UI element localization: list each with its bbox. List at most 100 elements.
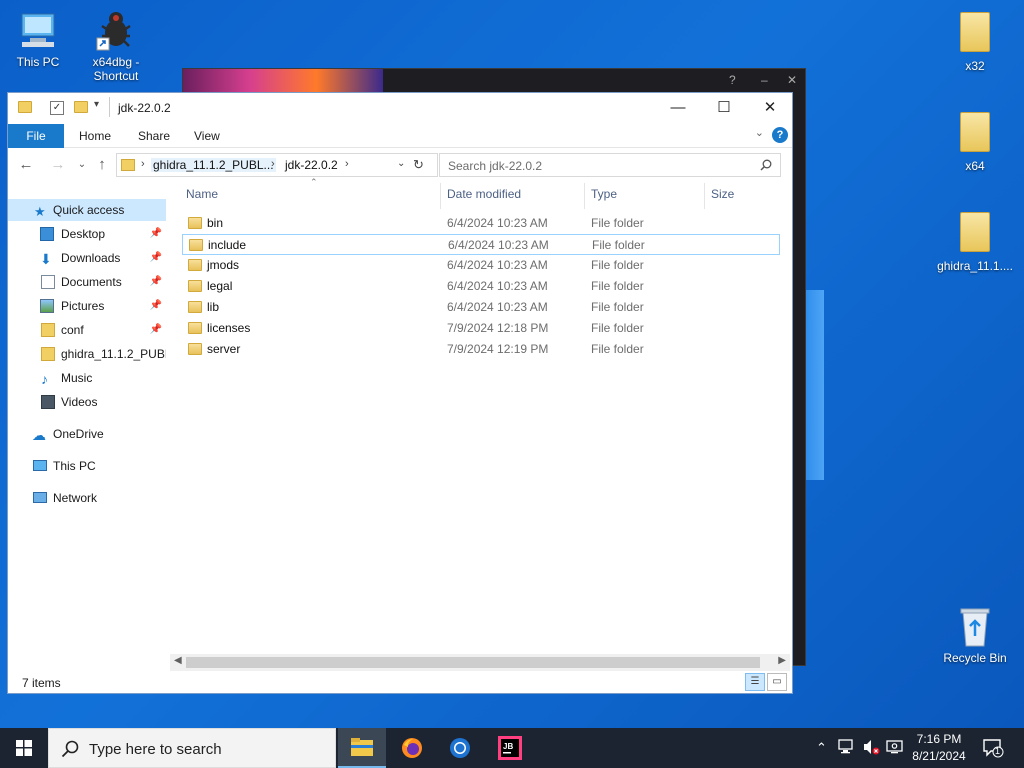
nav-item-pictures[interactable]: Pictures 📌 [8, 295, 166, 317]
breadcrumb-chevron-icon[interactable]: › [271, 158, 275, 170]
address-bar[interactable]: › ghidra_11.1.2_PUBL... › jdk-22.0.2 › ⌄… [116, 153, 438, 177]
tab-view[interactable]: View [180, 124, 234, 148]
nav-item-conf[interactable]: conf 📌 [8, 319, 166, 341]
file-date: 7/9/2024 12:18 PM [447, 321, 549, 335]
nav-item-music[interactable]: ♪ Music [8, 367, 166, 389]
taskbar-firefox[interactable] [388, 728, 436, 768]
scroll-right-icon[interactable]: ▶ [778, 655, 786, 666]
column-date-modified[interactable]: Date modified [447, 187, 521, 201]
minimize-button[interactable]: – [761, 73, 768, 87]
help-button[interactable]: ? [729, 73, 736, 87]
large-icons-view-icon[interactable]: ▭ [767, 673, 787, 691]
minimize-button[interactable]: — [655, 93, 701, 123]
desktop-icon-x64[interactable]: x64 [937, 110, 1013, 173]
nav-item-this-pc[interactable]: This PC [8, 455, 166, 477]
nav-item-downloads[interactable]: ⬇ Downloads 📌 [8, 247, 166, 269]
notification-icon [983, 739, 1004, 758]
file-name: bin [207, 216, 224, 230]
nav-item-network[interactable]: Network [8, 487, 166, 509]
pin-icon[interactable]: 📌 [150, 295, 162, 317]
file-explorer-window[interactable]: ✓ ▾ jdk-22.0.2 — ☐ ✕ File Home Share Vie… [7, 92, 793, 694]
nav-item-videos[interactable]: Videos [8, 391, 166, 413]
title-bar[interactable]: ✓ ▾ jdk-22.0.2 — ☐ ✕ [8, 93, 792, 123]
forward-arrow-icon[interactable]: → [48, 155, 68, 175]
maximize-button[interactable]: ☐ [701, 93, 747, 123]
column-name[interactable]: Name [186, 187, 218, 201]
column-divider[interactable] [440, 183, 441, 209]
tab-file[interactable]: File [8, 124, 64, 148]
breadcrumb-ghidra[interactable]: ghidra_11.1.2_PUBL... [151, 158, 276, 172]
display-settings-icon[interactable] [886, 738, 904, 768]
notification-count: 1 [995, 746, 1001, 756]
up-arrow-icon[interactable]: ↑ [92, 155, 112, 175]
scroll-left-icon[interactable]: ◀ [174, 655, 182, 666]
file-row[interactable]: include 6/4/2024 10:23 AM File folder [182, 234, 780, 255]
help-button[interactable]: ? [772, 127, 788, 143]
volume-muted-icon[interactable] [862, 738, 880, 768]
nav-item-documents[interactable]: Documents 📌 [8, 271, 166, 293]
pin-icon[interactable]: 📌 [150, 271, 162, 293]
nav-item-ghidra[interactable]: ghidra_11.1.2_PUBL [8, 343, 166, 365]
file-name: lib [207, 300, 220, 314]
close-button[interactable]: ✕ [747, 93, 793, 123]
search-input[interactable]: Search jdk-22.0.2 [439, 153, 781, 177]
column-divider[interactable] [584, 183, 585, 209]
breadcrumb-jdk[interactable]: jdk-22.0.2 [285, 158, 338, 172]
details-view-icon[interactable]: ☰ [745, 673, 765, 691]
system-clock[interactable]: 7:16 PM 8/21/2024 [904, 731, 974, 765]
file-row[interactable]: licenses 7/9/2024 12:18 PM File folder [182, 318, 780, 339]
clock-date: 8/21/2024 [912, 749, 966, 763]
pin-icon[interactable]: 📌 [150, 319, 162, 341]
network-status-icon[interactable] [838, 738, 856, 768]
address-dropdown-icon[interactable]: ⌄ [397, 158, 405, 169]
taskbar-chrome[interactable] [436, 728, 484, 768]
desktop-icon-label: x64 [965, 159, 985, 173]
desktop-icon-this-pc[interactable]: This PC [0, 8, 76, 69]
desktop-icon-recycle-bin[interactable]: Recycle Bin [937, 604, 1013, 665]
desktop-icon-ghidra[interactable]: ghidra_11.1.... [937, 210, 1013, 273]
taskbar-jetbrains[interactable]: JB [486, 728, 534, 768]
show-hidden-icons-chevron-icon[interactable]: ⌃ [816, 740, 827, 768]
file-row[interactable]: server 7/9/2024 12:19 PM File folder [182, 339, 780, 360]
sort-ascending-icon: ⌃ [310, 177, 318, 187]
scrollbar-thumb[interactable] [186, 657, 760, 668]
nav-item-onedrive[interactable]: ☁ OneDrive [8, 423, 166, 445]
breadcrumb-chevron-icon[interactable]: › [141, 158, 145, 170]
file-type: File folder [591, 258, 644, 272]
column-type[interactable]: Type [591, 187, 617, 201]
properties-icon[interactable]: ✓ [50, 101, 64, 115]
nav-item-quick-access[interactable]: ★ Quick access [8, 199, 166, 221]
pin-icon[interactable]: 📌 [150, 247, 162, 269]
new-folder-icon[interactable] [74, 101, 88, 113]
notifications-button[interactable]: 1 [982, 738, 1004, 768]
column-divider[interactable] [704, 183, 705, 209]
horizontal-scrollbar[interactable]: ◀ ▶ [170, 654, 790, 671]
file-row[interactable]: lib 6/4/2024 10:23 AM File folder [182, 297, 780, 318]
close-button[interactable]: ✕ [787, 73, 797, 87]
tab-home[interactable]: Home [65, 124, 125, 148]
desktop-icon-x64dbg-shortcut[interactable]: x64dbg - Shortcut [78, 8, 154, 83]
taskbar-file-explorer[interactable] [338, 728, 386, 768]
tab-share[interactable]: Share [124, 124, 184, 148]
column-size[interactable]: Size [711, 187, 734, 201]
jetbrains-icon: JB [498, 736, 522, 760]
clock-time: 7:16 PM [916, 732, 962, 746]
file-type: File folder [591, 342, 644, 356]
file-row[interactable]: bin 6/4/2024 10:23 AM File folder [182, 213, 780, 234]
recent-locations-chevron-icon[interactable]: ⌄ [72, 155, 92, 175]
pin-icon[interactable]: 📌 [150, 223, 162, 245]
desktop-icon-x32[interactable]: x32 [937, 10, 1013, 73]
file-row[interactable]: jmods 6/4/2024 10:23 AM File folder [182, 255, 780, 276]
taskbar-search-box[interactable]: Type here to search [48, 728, 336, 768]
nav-item-desktop[interactable]: Desktop 📌 [8, 223, 166, 245]
desktop-icon-label: Recycle Bin [943, 651, 1007, 665]
breadcrumb-chevron-icon[interactable]: › [345, 158, 349, 170]
start-button[interactable] [0, 728, 48, 768]
back-arrow-icon[interactable]: ← [16, 155, 36, 175]
expand-ribbon-icon[interactable]: ⌄ [755, 126, 764, 139]
refresh-icon[interactable]: ↻ [413, 157, 424, 173]
recycle-bin-icon [953, 604, 997, 648]
desktop-icon [40, 227, 54, 241]
file-row[interactable]: legal 6/4/2024 10:23 AM File folder [182, 276, 780, 297]
quick-access-dropdown-icon[interactable]: ▾ [94, 99, 99, 110]
